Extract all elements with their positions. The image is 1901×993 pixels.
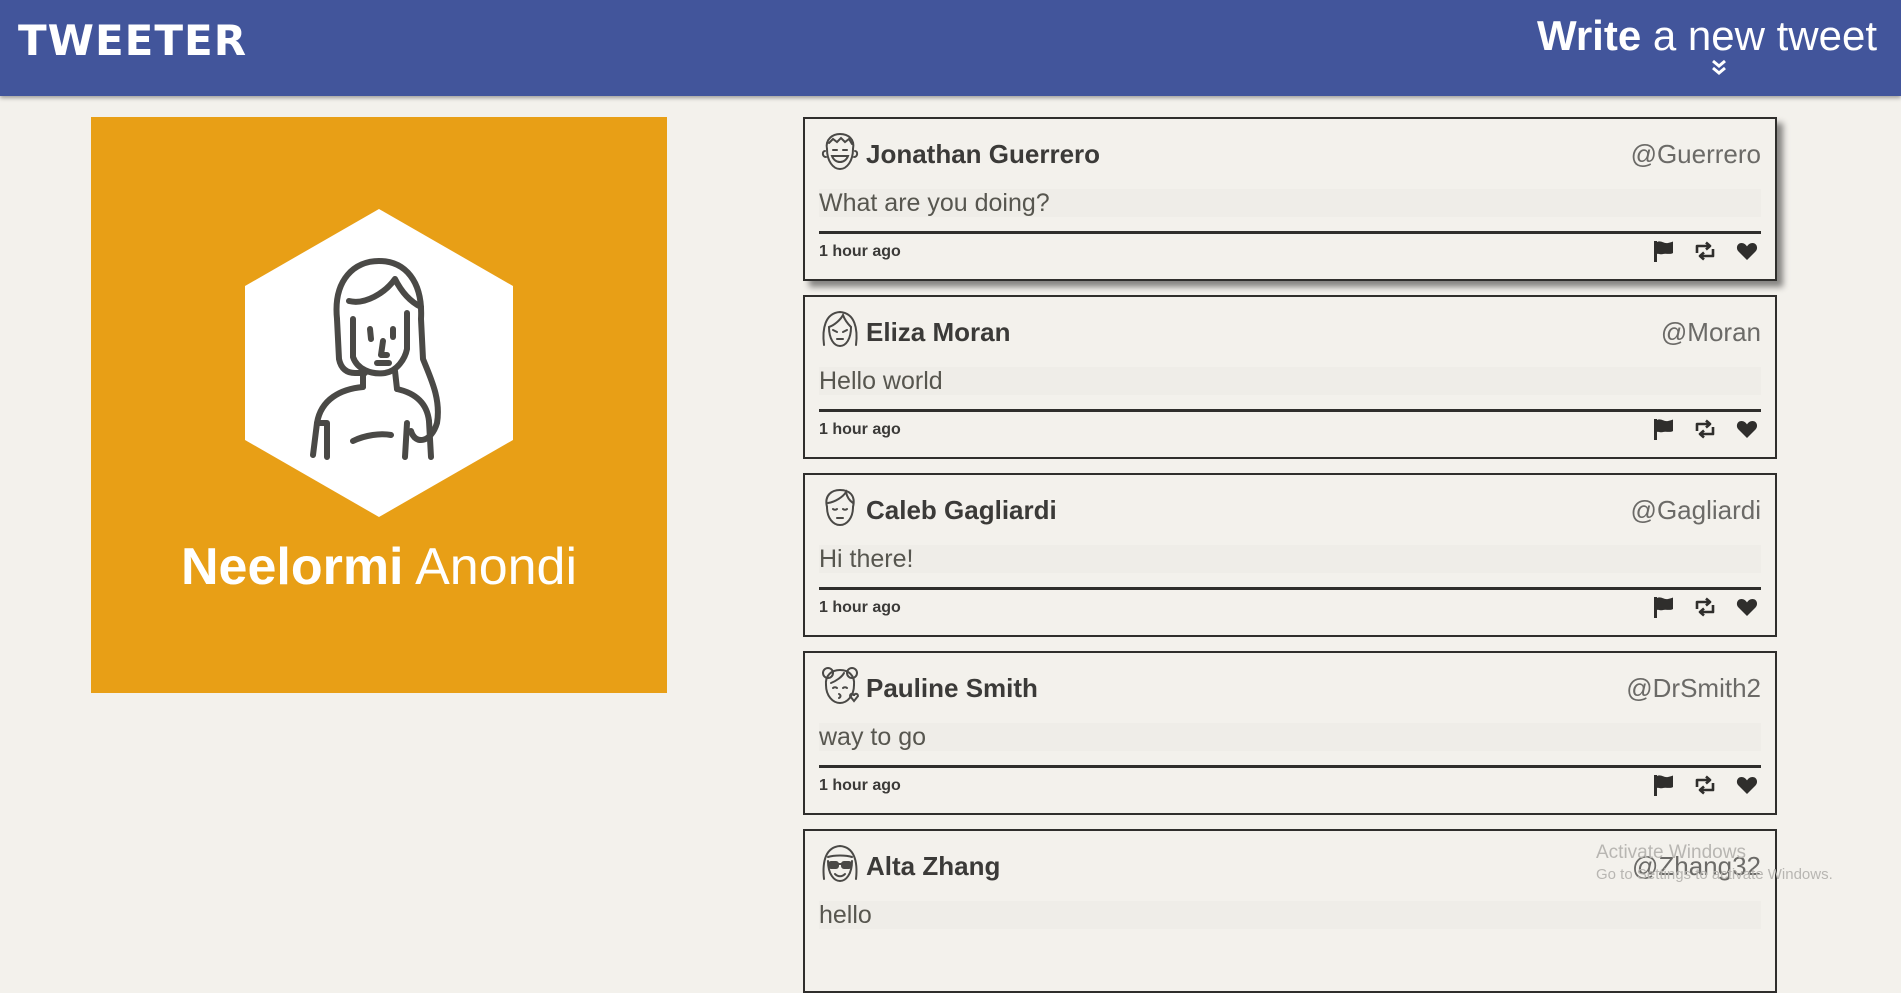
compose-tweet-toggle[interactable]: Write a new tweet — [1537, 12, 1877, 60]
profile-card: Neelormi Anondi — [91, 117, 667, 693]
tweet-timestamp: 1 hour ago — [819, 243, 901, 260]
tweet-author-name[interactable]: Eliza Moran — [866, 317, 1010, 348]
tweet-card: Jonathan Guerrero @Guerrero What are you… — [803, 117, 1777, 281]
watermark-title: Activate Windows — [1596, 842, 1746, 863]
tweet-actions — [1651, 417, 1759, 443]
double-chevron-down-icon[interactable] — [1710, 58, 1728, 76]
tweet-author-handle[interactable]: @DrSmith2 — [1626, 673, 1761, 704]
retweet-icon[interactable] — [1693, 595, 1717, 619]
tweet-timestamp: 1 hour ago — [819, 421, 901, 438]
tweet-actions — [1651, 239, 1759, 265]
heart-icon[interactable] — [1735, 595, 1759, 619]
flag-icon[interactable] — [1651, 773, 1675, 797]
tweet-text: What are you doing? — [819, 189, 1761, 217]
flag-icon[interactable] — [1651, 239, 1675, 263]
tweet-divider — [819, 587, 1761, 590]
kissing-girl-avatar-icon — [822, 667, 860, 705]
brand-logo[interactable]: TWEETER — [18, 16, 247, 65]
profile-name: Neelormi Anondi — [91, 537, 667, 597]
tweet-author-handle[interactable]: @Guerrero — [1631, 139, 1761, 170]
tweet-text: hello — [819, 901, 1761, 929]
tweet-author-name[interactable]: Jonathan Guerrero — [866, 139, 1100, 170]
activate-windows-watermark: Activate Windows Go to Settings to activ… — [1596, 842, 1833, 883]
tweet-actions — [1651, 595, 1759, 621]
boy-avatar-icon — [825, 488, 855, 527]
tweet-author-handle[interactable]: @Gagliardi — [1631, 495, 1761, 526]
tweet-timestamp: 1 hour ago — [819, 599, 901, 616]
tweet-card: Pauline Smith @DrSmith2 way to go 1 hour… — [803, 651, 1777, 815]
tweet-author-handle[interactable]: @Moran — [1661, 317, 1761, 348]
top-navigation-bar: TWEETER Write a new tweet — [0, 0, 1901, 96]
sunglasses-avatar-icon — [822, 844, 858, 883]
heart-icon[interactable] — [1735, 239, 1759, 263]
tweet-text: Hello world — [819, 367, 1761, 395]
laughing-man-avatar-icon — [821, 132, 859, 171]
tweet-text: Hi there! — [819, 545, 1761, 573]
flag-icon[interactable] — [1651, 595, 1675, 619]
tweet-author-name[interactable]: Alta Zhang — [866, 851, 1000, 882]
watermark-subtitle: Go to Settings to activate Windows. — [1596, 866, 1833, 883]
compose-label-rest: a new tweet — [1641, 12, 1877, 59]
girl-avatar-icon — [822, 310, 858, 348]
tweet-actions — [1651, 773, 1759, 799]
tweet-divider — [819, 231, 1761, 234]
retweet-icon[interactable] — [1693, 417, 1717, 441]
profile-last-name: Anondi — [403, 538, 578, 596]
tweet-divider — [819, 409, 1761, 412]
heart-icon[interactable] — [1735, 417, 1759, 441]
female-avatar-hexagon-icon — [245, 209, 513, 517]
tweet-text: way to go — [819, 723, 1761, 751]
retweet-icon[interactable] — [1693, 773, 1717, 797]
profile-first-name: Neelormi — [180, 538, 404, 596]
compose-label-bold: Write — [1536, 12, 1642, 59]
retweet-icon[interactable] — [1693, 239, 1717, 263]
tweet-card: Eliza Moran @Moran Hello world 1 hour ag… — [803, 295, 1777, 459]
heart-icon[interactable] — [1735, 773, 1759, 797]
flag-icon[interactable] — [1651, 417, 1675, 441]
tweet-divider — [819, 765, 1761, 768]
tweet-card: Caleb Gagliardi @Gagliardi Hi there! 1 h… — [803, 473, 1777, 637]
tweet-timestamp: 1 hour ago — [819, 777, 901, 794]
tweet-author-name[interactable]: Pauline Smith — [866, 673, 1038, 704]
tweet-author-name[interactable]: Caleb Gagliardi — [866, 495, 1057, 526]
